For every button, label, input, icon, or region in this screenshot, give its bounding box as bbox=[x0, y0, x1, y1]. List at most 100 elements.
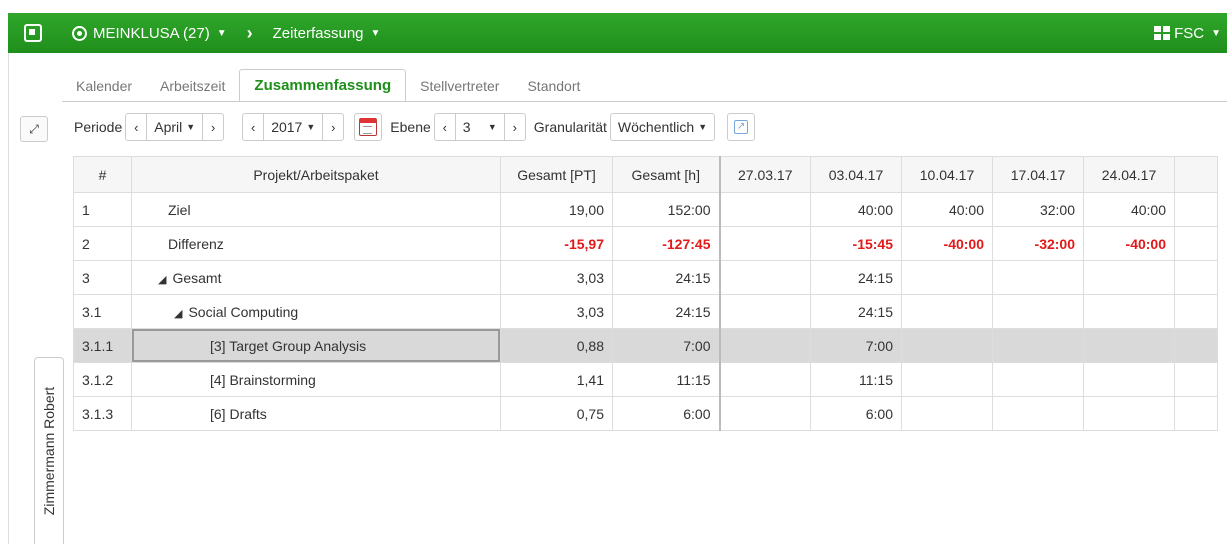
cell-week: 7:00 bbox=[810, 328, 902, 363]
granularity-dropdown[interactable]: Wöchentlich ▼ bbox=[609, 113, 716, 141]
row-number: 3.1.3 bbox=[73, 396, 132, 431]
col-header[interactable]: 17.04.17 bbox=[992, 156, 1084, 193]
cell-empty bbox=[1174, 226, 1218, 261]
user-label: FSC bbox=[1174, 24, 1205, 42]
cell-week: -40:00 bbox=[901, 226, 993, 261]
chevron-right-icon: › bbox=[246, 22, 253, 43]
tab-arbeitszeit[interactable]: Arbeitszeit bbox=[146, 78, 239, 102]
export-button[interactable]: ↗ bbox=[727, 113, 756, 141]
tab-kalender[interactable]: Kalender bbox=[62, 78, 146, 102]
cell-empty bbox=[1174, 294, 1218, 329]
top-navigation-bar: MEINKLUSA (27) ▼ › Zeiterfassung ▼ FSC ▼ bbox=[8, 13, 1227, 53]
cell-week bbox=[719, 396, 811, 431]
cell-total-h: 24:15 bbox=[612, 260, 721, 295]
tab-stellvertreter[interactable]: Stellvertreter bbox=[406, 78, 513, 102]
tab-bar: Kalender Arbeitszeit Zusammenfassung Ste… bbox=[62, 69, 594, 102]
project-selector[interactable]: MEINKLUSA (27) ▼ bbox=[72, 25, 227, 42]
cell-week bbox=[1083, 260, 1175, 295]
row-name: Differenz bbox=[131, 226, 501, 261]
level-dropdown[interactable]: 3 ▼ bbox=[454, 113, 505, 141]
col-header[interactable]: 24.04.17 bbox=[1083, 156, 1175, 193]
table-row[interactable]: 3 ◢ Gesamt 3,03 24:15 24:15 bbox=[73, 260, 1218, 295]
col-header[interactable]: 10.04.17 bbox=[901, 156, 993, 193]
chevron-left-icon: ‹ bbox=[442, 119, 447, 135]
user-menu[interactable]: FSC ▼ bbox=[1154, 13, 1221, 53]
cell-week bbox=[1083, 362, 1175, 397]
table-row[interactable]: 3.1.3 [6] Drafts 0,75 6:00 6:00 bbox=[73, 396, 1218, 431]
cell-empty bbox=[1174, 362, 1218, 397]
cell-week: 40:00 bbox=[901, 192, 993, 227]
person-name: Zimmermann Robert bbox=[41, 386, 57, 516]
row-number: 3.1.2 bbox=[73, 362, 132, 397]
prev-month-button[interactable]: ‹ bbox=[125, 113, 148, 141]
row-number: 3.1.1 bbox=[73, 328, 132, 363]
chevron-right-icon: › bbox=[512, 119, 517, 135]
year-selector: ‹ 2017 ▼ › bbox=[242, 113, 345, 141]
cell-week: 40:00 bbox=[1083, 192, 1175, 227]
project-label: MEINKLUSA (27) bbox=[93, 24, 210, 42]
month-dropdown[interactable]: April ▼ bbox=[146, 113, 204, 141]
table-row[interactable]: 3.1 ◢ Social Computing 3,03 24:15 24:15 bbox=[73, 294, 1218, 329]
collapse-triangle-icon[interactable]: ◢ bbox=[174, 308, 182, 320]
table-row-selected[interactable]: 3.1.1 [3] Target Group Analysis 0,88 7:0… bbox=[73, 328, 1218, 363]
row-name-cell: ◢ Gesamt bbox=[131, 260, 501, 295]
next-month-button[interactable]: › bbox=[202, 113, 225, 141]
prev-year-button[interactable]: ‹ bbox=[242, 113, 265, 141]
month-value: April bbox=[154, 119, 183, 135]
module-label: Zeiterfassung bbox=[272, 24, 364, 42]
collapse-triangle-icon[interactable]: ◢ bbox=[158, 274, 166, 286]
cell-week: -32:00 bbox=[992, 226, 1084, 261]
chevron-left-icon: ‹ bbox=[251, 119, 256, 135]
table-row[interactable]: 3.1.2 [4] Brainstorming 1,41 11:15 11:15 bbox=[73, 362, 1218, 397]
next-level-button[interactable]: › bbox=[503, 113, 526, 141]
cell-week bbox=[1083, 294, 1175, 329]
row-name[interactable]: [3] Target Group Analysis bbox=[131, 328, 501, 363]
col-header[interactable]: Gesamt [PT] bbox=[500, 156, 613, 193]
tab-standort[interactable]: Standort bbox=[513, 78, 594, 102]
cell-total-h: 6:00 bbox=[612, 396, 721, 431]
year-dropdown[interactable]: 2017 ▼ bbox=[263, 113, 324, 141]
cell-week bbox=[901, 362, 993, 397]
cell-week bbox=[719, 260, 811, 295]
ebene-label: Ebene bbox=[390, 119, 431, 135]
cell-week bbox=[992, 260, 1084, 295]
person-side-tab[interactable]: Zimmermann Robert bbox=[34, 357, 64, 544]
cell-total-pt: 0,88 bbox=[500, 328, 613, 363]
app-logo-icon[interactable] bbox=[24, 24, 42, 42]
cell-week bbox=[992, 294, 1084, 329]
cell-week: 32:00 bbox=[992, 192, 1084, 227]
cell-week: 6:00 bbox=[810, 396, 902, 431]
col-header[interactable]: Gesamt [h] bbox=[612, 156, 721, 193]
col-header[interactable]: # bbox=[73, 156, 132, 193]
cell-empty bbox=[1174, 328, 1218, 363]
row-number: 3 bbox=[73, 260, 132, 295]
expand-button[interactable]: ⤢ bbox=[20, 116, 48, 142]
expand-icon: ⤢ bbox=[29, 121, 39, 136]
cell-total-h: 11:15 bbox=[612, 362, 721, 397]
cell-total-h: 152:00 bbox=[612, 192, 721, 227]
row-name: Ziel bbox=[131, 192, 501, 227]
cell-week: -40:00 bbox=[1083, 226, 1175, 261]
tab-zusammenfassung[interactable]: Zusammenfassung bbox=[239, 69, 407, 102]
cell-week bbox=[992, 362, 1084, 397]
prev-level-button[interactable]: ‹ bbox=[433, 113, 456, 141]
next-year-button[interactable]: › bbox=[322, 113, 345, 141]
col-header[interactable]: 27.03.17 bbox=[719, 156, 811, 193]
chevron-left-icon: ‹ bbox=[134, 119, 139, 135]
cell-total-pt: 0,75 bbox=[500, 396, 613, 431]
module-selector[interactable]: Zeiterfassung ▼ bbox=[273, 25, 381, 42]
table-row[interactable]: 2 Differenz -15,97 -127:45 -15:45 -40:00… bbox=[73, 226, 1218, 261]
cell-total-pt: 3,03 bbox=[500, 260, 613, 295]
cell-week bbox=[1083, 328, 1175, 363]
col-header[interactable]: 03.04.17 bbox=[810, 156, 902, 193]
calendar-button[interactable] bbox=[354, 113, 383, 141]
year-value: 2017 bbox=[271, 119, 303, 135]
col-header[interactable]: Projekt/Arbeitspaket bbox=[131, 156, 501, 193]
table-row[interactable]: 1 Ziel 19,00 152:00 40:00 40:00 32:00 40… bbox=[73, 192, 1218, 227]
level-selector: ‹ 3 ▼ › bbox=[433, 113, 526, 141]
chevron-right-icon: › bbox=[331, 119, 336, 135]
cell-total-pt: 1,41 bbox=[500, 362, 613, 397]
tab-divider bbox=[62, 101, 1227, 102]
cell-total-pt: 3,03 bbox=[500, 294, 613, 329]
cell-total-pt: 19,00 bbox=[500, 192, 613, 227]
